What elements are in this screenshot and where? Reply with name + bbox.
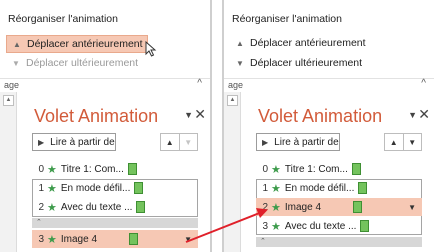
play-from-button[interactable]: ▶ Lire à partir de <box>32 133 116 151</box>
item-number: 3 <box>38 233 44 245</box>
ribbon-separator <box>224 78 434 79</box>
item-number: 0 <box>38 163 44 175</box>
item-number: 3 <box>262 220 268 232</box>
reorder-buttons: ▲ ▼ <box>160 133 198 151</box>
reorder-down-button[interactable]: ▼ <box>402 134 422 150</box>
item-label: En mode défil... <box>60 182 131 194</box>
timing-bar-icon <box>351 163 361 175</box>
ribbon-group: Réorganiser l'animation ▲ Déplacer antér… <box>224 0 434 76</box>
item-number: 1 <box>262 182 268 194</box>
play-from-button[interactable]: ▶ Lire à partir de <box>256 133 340 151</box>
ribbon-separator <box>0 78 210 79</box>
close-icon[interactable]: ✕ <box>194 106 206 123</box>
timing-bar-icon <box>360 220 370 232</box>
side-strip: ▲ <box>224 92 241 252</box>
play-from-label: Lire à partir de <box>50 136 115 148</box>
play-icon: ▶ <box>262 137 269 147</box>
timing-bar-icon <box>353 201 363 213</box>
list-item[interactable]: 1 ★ En mode défil... <box>256 179 422 197</box>
reorder-buttons: ▲ ▼ <box>384 133 422 151</box>
star-icon: ★ <box>47 182 57 195</box>
item-number: 2 <box>38 201 44 213</box>
group-separator: ⌃ <box>256 237 422 247</box>
ribbon-group-label: age <box>4 80 20 90</box>
animation-pane: Volet Animation ▼ ✕ ▶ Lire à partir de ▲… <box>242 92 434 252</box>
ribbon-group-label: age <box>228 80 244 90</box>
list-item[interactable]: 3 ★ Avec du texte ... <box>256 217 422 235</box>
triangle-down-icon[interactable]: ▼ <box>184 235 192 244</box>
ribbon-group: Réorganiser l'animation ▲ Déplacer antér… <box>0 0 210 76</box>
ribbon-group-title: Réorganiser l'animation <box>232 13 342 25</box>
move-earlier-button[interactable]: ▲ Déplacer antérieurement <box>230 35 370 51</box>
star-icon: ★ <box>47 201 57 214</box>
item-number: 1 <box>38 182 44 194</box>
side-strip: ▲ <box>0 92 17 252</box>
chevron-up-icon[interactable]: ^ <box>421 78 426 89</box>
reorder-up-button[interactable]: ▲ <box>385 134 403 150</box>
triangle-up-icon: ▲ <box>13 39 21 49</box>
star-icon: ★ <box>271 220 281 233</box>
animation-pane-title: Volet Animation <box>258 106 383 126</box>
list-item[interactable]: 1 ★ En mode défil... <box>32 179 198 197</box>
animation-pane-title: Volet Animation <box>34 106 159 126</box>
chevron-up-icon[interactable]: ^ <box>197 78 202 89</box>
move-earlier-label: Déplacer antérieurement <box>250 37 366 49</box>
list-item[interactable]: 0 ★ Titre 1: Com... <box>32 160 198 178</box>
triangle-down-icon: ▼ <box>12 58 20 68</box>
play-from-label: Lire à partir de <box>274 136 339 148</box>
ribbon-group-title: Réorganiser l'animation <box>8 13 118 25</box>
star-icon: ★ <box>47 163 57 176</box>
item-label: Avec du texte ... <box>284 220 357 232</box>
triangle-up-icon: ▲ <box>236 38 244 48</box>
close-icon[interactable]: ✕ <box>418 106 430 123</box>
item-number: 2 <box>262 201 268 213</box>
timing-bar-icon <box>129 233 139 245</box>
group-separator: ⌃ <box>32 218 198 228</box>
item-label: Image 4 <box>284 201 322 213</box>
move-later-button[interactable]: ▼ Déplacer ultérieurement <box>6 55 142 71</box>
pane-menu-icon[interactable]: ▼ <box>408 110 417 120</box>
timing-bar-icon <box>358 182 368 194</box>
left-screenshot-pane: Réorganiser l'animation ▲ Déplacer antér… <box>0 0 212 252</box>
right-screenshot-pane: Réorganiser l'animation ▲ Déplacer antér… <box>222 0 434 252</box>
triangle-down-icon: ▼ <box>236 58 244 68</box>
scroll-up-icon[interactable]: ▲ <box>227 95 238 106</box>
timing-bar-icon <box>136 201 146 213</box>
list-item[interactable]: 3 ★ Image 4 ▼ <box>32 230 198 248</box>
item-label: En mode défil... <box>284 182 355 194</box>
move-earlier-button[interactable]: ▲ Déplacer antérieurement <box>6 35 148 53</box>
triangle-down-icon[interactable]: ▼ <box>408 203 416 212</box>
reorder-down-button[interactable]: ▼ <box>178 134 198 150</box>
mouse-cursor-icon <box>145 41 157 57</box>
star-icon: ★ <box>271 163 281 176</box>
timing-bar-icon <box>127 163 137 175</box>
item-label: Avec du texte ... <box>60 201 133 213</box>
star-icon: ★ <box>47 233 57 246</box>
timing-bar-icon <box>134 182 144 194</box>
list-item[interactable]: 2 ★ Avec du texte ... <box>32 198 198 216</box>
item-number: 0 <box>262 163 268 175</box>
item-label: Image 4 <box>60 233 98 245</box>
pane-menu-icon[interactable]: ▼ <box>184 110 193 120</box>
star-icon: ★ <box>271 201 281 214</box>
animation-pane: Volet Animation ▼ ✕ ▶ Lire à partir de ▲… <box>18 92 210 252</box>
pane-gap <box>212 0 222 252</box>
move-later-label: Déplacer ultérieurement <box>250 57 363 69</box>
list-item[interactable]: 0 ★ Titre 1: Com... <box>256 160 422 178</box>
scroll-up-icon[interactable]: ▲ <box>3 95 14 106</box>
move-later-button[interactable]: ▼ Déplacer ultérieurement <box>230 55 366 71</box>
move-later-label: Déplacer ultérieurement <box>26 57 139 69</box>
item-label: Titre 1: Com... <box>60 163 124 175</box>
star-icon: ★ <box>271 182 281 195</box>
reorder-up-button[interactable]: ▲ <box>161 134 179 150</box>
move-earlier-label: Déplacer antérieurement <box>27 38 143 50</box>
item-label: Titre 1: Com... <box>284 163 348 175</box>
play-icon: ▶ <box>38 137 45 147</box>
list-item[interactable]: 2 ★ Image 4 ▼ <box>256 198 422 216</box>
